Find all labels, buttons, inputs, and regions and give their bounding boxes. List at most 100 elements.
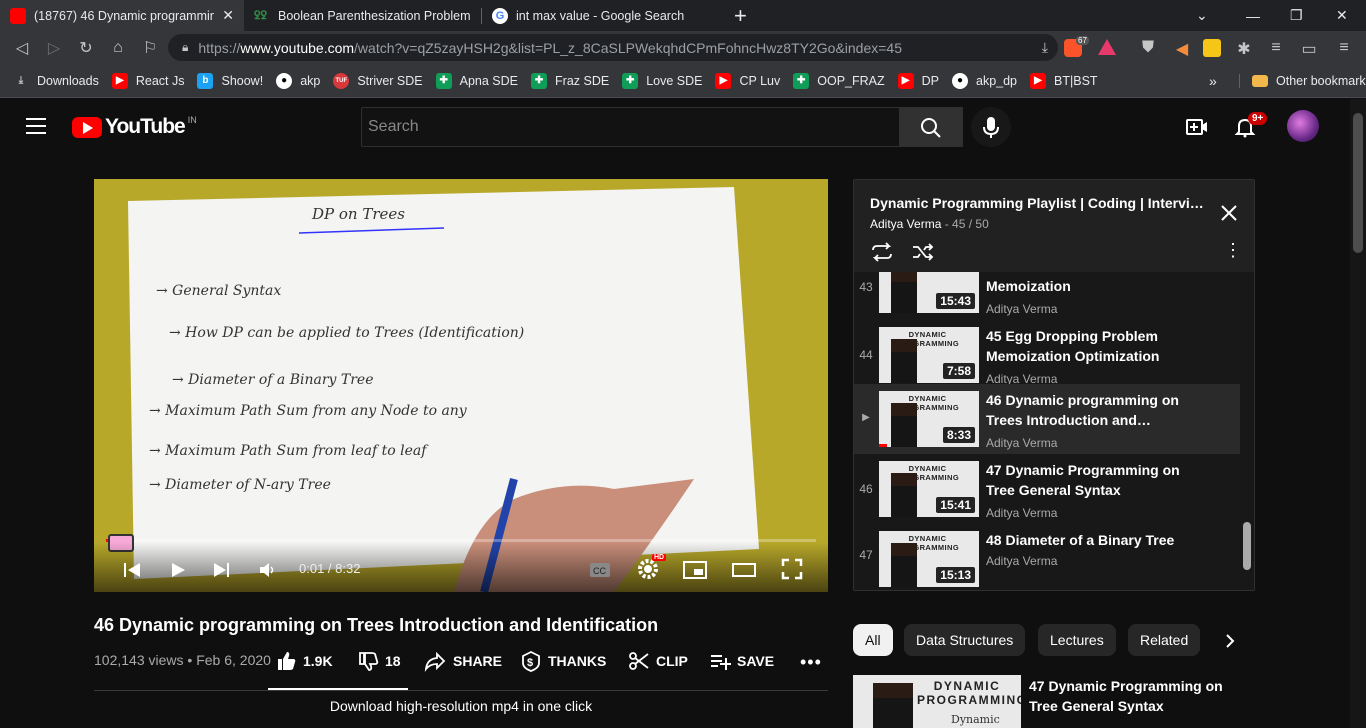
search-button[interactable] bbox=[899, 107, 963, 147]
next-icon[interactable] bbox=[212, 560, 232, 580]
more-bookmarks-button[interactable]: » bbox=[1209, 73, 1217, 89]
address-bar[interactable]: 🔒︎ https://www.youtube.com/watch?v=qZ5za… bbox=[168, 34, 1058, 61]
list-item[interactable]: 43 15:43 Memoization Aditya Verma bbox=[854, 272, 1240, 320]
bookmark-love-sde[interactable]: ✚ Love SDE bbox=[622, 72, 702, 89]
dislike-button[interactable]: 18 bbox=[357, 650, 401, 672]
whiteboard-line: → How DP can be applied to Trees (Identi… bbox=[169, 325, 524, 341]
bookmark-oop-fraz[interactable]: ✚ OOP_FRAZ bbox=[793, 72, 885, 89]
install-icon[interactable]: ⤓ bbox=[1042, 39, 1048, 56]
bookmark-fraz-sde[interactable]: ✚ Fraz SDE bbox=[531, 72, 609, 89]
save-playlist-icon bbox=[711, 655, 731, 670]
back-icon[interactable]: ◁ bbox=[6, 38, 38, 58]
chip-related[interactable]: Related bbox=[1128, 624, 1201, 656]
google-favicon: G bbox=[492, 7, 508, 24]
youtube-favicon bbox=[10, 7, 26, 24]
video-player[interactable]: DP on Trees → General Syntax → How DP ca… bbox=[94, 179, 828, 592]
list-item[interactable]: 46 DYNAMIC PROGRAMMING 15:41 47 Dynamic P… bbox=[854, 454, 1240, 524]
shuffle-icon[interactable] bbox=[911, 242, 935, 262]
recommended-title[interactable]: 47 Dynamic Programming on Tree General S… bbox=[1029, 676, 1239, 716]
new-tab-button[interactable]: + bbox=[722, 0, 759, 31]
chip-data-structures[interactable]: Data Structures bbox=[904, 624, 1026, 656]
tab-search-icon[interactable]: ⌄ bbox=[1196, 0, 1208, 31]
extension-shield-icon[interactable]: ⛊ bbox=[1132, 39, 1164, 57]
video-title: 46 Dynamic programming on Trees Introduc… bbox=[94, 615, 659, 635]
playlist-menu-icon[interactable]: ⋮ bbox=[1224, 240, 1242, 261]
youtube-logo[interactable]: YouTube IN bbox=[72, 115, 197, 139]
playlist-scrollbar[interactable] bbox=[1240, 272, 1254, 590]
save-button[interactable]: SAVE bbox=[709, 650, 774, 672]
microphone-icon bbox=[983, 117, 999, 138]
theater-mode-icon[interactable] bbox=[732, 560, 756, 580]
chip-lectures[interactable]: Lectures bbox=[1038, 624, 1116, 656]
search-input[interactable]: Search bbox=[361, 107, 900, 147]
list-item-current[interactable]: ▶ DYNAMIC PROGRAMMING 8:33 46 Dynamic pro… bbox=[854, 384, 1240, 454]
menu-icon[interactable]: ≡ bbox=[1328, 39, 1360, 57]
chevron-right-icon[interactable] bbox=[1222, 632, 1238, 650]
miniplayer-icon[interactable] bbox=[683, 560, 707, 580]
volume-icon[interactable] bbox=[258, 560, 278, 580]
extensions-puzzle-icon[interactable]: ✱ bbox=[1228, 39, 1260, 59]
close-window-button[interactable]: ✕ bbox=[1336, 0, 1348, 31]
bookmark-cp-luv[interactable]: ▶ CP Luv bbox=[715, 72, 780, 89]
wallet-icon[interactable]: ▭ bbox=[1293, 39, 1325, 59]
maximize-button[interactable]: ❐ bbox=[1290, 0, 1303, 31]
youtube-icon: ▶ bbox=[715, 72, 732, 89]
tab-youtube[interactable]: (18767) 46 Dynamic programming on ✕ bbox=[0, 0, 244, 31]
bookmark-akp-dp[interactable]: ● akp_dp bbox=[952, 72, 1017, 89]
thumbs-down-icon bbox=[359, 652, 379, 671]
home-icon[interactable]: ⌂ bbox=[102, 39, 134, 57]
bookmark-bt-bst[interactable]: ▶ BT|BST bbox=[1030, 72, 1098, 89]
whiteboard-line: → Diameter of N-ary Tree bbox=[149, 477, 331, 493]
settings-gear-icon[interactable] bbox=[637, 558, 659, 580]
more-actions-icon[interactable]: ••• bbox=[800, 652, 822, 673]
list-item[interactable]: 44 DYNAMIC PROGRAMMING 7:58 45 Egg Droppi… bbox=[854, 320, 1240, 390]
captions-icon[interactable]: CC bbox=[589, 560, 611, 580]
like-button[interactable]: 1.9K bbox=[275, 650, 333, 672]
close-playlist-icon[interactable] bbox=[1220, 204, 1238, 222]
other-bookmarks-folder[interactable]: Other bookmarks bbox=[1239, 73, 1366, 88]
bookmark-icon[interactable]: ⚐ bbox=[134, 38, 166, 58]
chip-all[interactable]: All bbox=[853, 624, 893, 656]
brave-rewards-icon[interactable] bbox=[1098, 39, 1116, 55]
minimize-button[interactable]: — bbox=[1246, 0, 1260, 31]
time-display: 0:01 / 8:32 bbox=[299, 561, 361, 576]
thanks-button[interactable]: $ THANKS bbox=[520, 650, 606, 672]
avatar[interactable] bbox=[1287, 110, 1319, 142]
previous-icon[interactable] bbox=[122, 560, 142, 580]
svg-text:CC: CC bbox=[593, 566, 606, 576]
bookmark-akp[interactable]: ● akp bbox=[276, 72, 320, 89]
list-item[interactable]: 47 DYNAMIC PROGRAMMING 15:13 48 Diameter … bbox=[854, 524, 1240, 590]
fullscreen-icon[interactable] bbox=[781, 558, 803, 580]
voice-search-button[interactable] bbox=[971, 107, 1011, 147]
bookmark-dp[interactable]: ▶ DP bbox=[897, 72, 939, 89]
forward-icon[interactable]: ▷ bbox=[38, 38, 70, 58]
hamburger-menu-icon[interactable] bbox=[26, 118, 46, 134]
playlist-title[interactable]: Dynamic Programming Playlist | Coding | … bbox=[870, 195, 1210, 211]
page-scrollbar[interactable] bbox=[1350, 99, 1366, 728]
recommended-thumbnail[interactable]: DYNAMIC PROGRAMMING Dynamic bbox=[853, 675, 1021, 728]
extension-yellow-icon[interactable] bbox=[1203, 39, 1221, 57]
share-button[interactable]: SHARE bbox=[423, 650, 502, 672]
extension-speaker-icon[interactable]: ◀ bbox=[1166, 39, 1198, 59]
bookmark-striver-sde[interactable]: TUF Striver SDE bbox=[333, 72, 423, 89]
bookmark-react-js[interactable]: ▶ React Js bbox=[111, 72, 184, 89]
clip-button[interactable]: CLIP bbox=[628, 650, 688, 672]
loop-playlist-icon[interactable] bbox=[870, 242, 894, 262]
playlist-header: Dynamic Programming Playlist | Coding | … bbox=[854, 180, 1254, 272]
video-thumbnail: DYNAMIC PROGRAMMING 15:41 bbox=[879, 461, 979, 517]
tab-title: Boolean Parenthesization Problem | DP bbox=[278, 8, 472, 23]
video-thumbnail: DYNAMIC PROGRAMMING 8:33 bbox=[879, 391, 979, 447]
close-tab-icon[interactable]: ✕ bbox=[222, 7, 234, 24]
play-icon[interactable] bbox=[168, 560, 188, 580]
bookmark-apna-sde[interactable]: ✚ Apna SDE bbox=[435, 72, 518, 89]
youtube-play-logo-icon bbox=[72, 116, 102, 138]
bookmark-shoow[interactable]: b Shoow! bbox=[197, 72, 263, 89]
create-video-icon[interactable] bbox=[1185, 115, 1209, 139]
video-thumbnail: DYNAMIC PROGRAMMING 7:58 bbox=[879, 327, 979, 383]
tab-gfg[interactable]: ꝿꝿ Boolean Parenthesization Problem | DP bbox=[244, 0, 482, 31]
tab-google[interactable]: G int max value - Google Search bbox=[482, 0, 722, 31]
reload-icon[interactable]: ↻ bbox=[70, 38, 102, 58]
bookmark-downloads[interactable]: ⤓ Downloads bbox=[13, 73, 99, 89]
playlist-icon[interactable]: ≡ bbox=[1260, 39, 1292, 57]
download-extension-text[interactable]: Download high-resolution mp4 in one clic… bbox=[94, 698, 828, 714]
